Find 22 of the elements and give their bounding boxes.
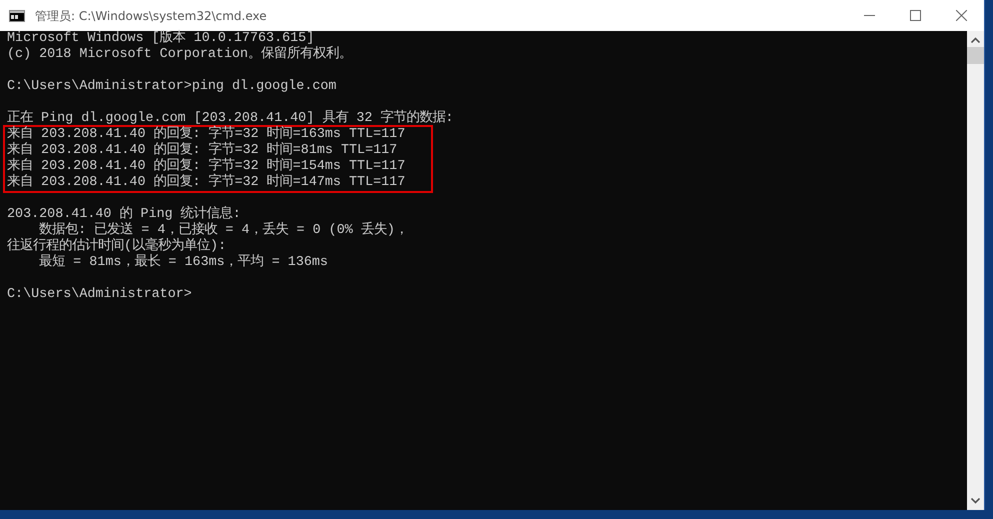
maximize-icon bbox=[910, 10, 920, 21]
close-icon bbox=[956, 10, 966, 21]
console-line: 往返行程的估计时间(以毫秒为单位): bbox=[7, 239, 226, 254]
scroll-up-icon[interactable] bbox=[971, 37, 980, 43]
console-line: 来自 203.208.41.40 的回复: 字节=32 时间=154ms TTL=117 bbox=[7, 159, 406, 174]
scroll-thumb[interactable] bbox=[967, 47, 984, 64]
window-title: 管理员: C:\Windows\system32\cmd.exe bbox=[35, 8, 267, 24]
console-line: Microsoft Windows [版本 10.0.17763.615] bbox=[7, 31, 314, 46]
console-line: 来自 203.208.41.40 的回复: 字节=32 时间=81ms TTL=117 bbox=[7, 143, 398, 158]
console-line: 正在 Ping dl.google.com [203.208.41.40] 具有 32 字节的数据: bbox=[7, 111, 454, 126]
minimize-icon bbox=[864, 15, 874, 16]
console-line: 数据包: 已发送 = 4，已接收 = 4，丢失 = 0 (0% 丢失)， bbox=[38, 223, 408, 238]
console-line: 最短 = 81ms，最长 = 163ms，平均 = 136ms bbox=[38, 255, 328, 271]
console-line: 来自 203.208.41.40 的回复: 字节=32 时间=163ms TTL=117 bbox=[7, 127, 406, 142]
console-line: 来自 203.208.41.40 的回复: 字节=32 时间=147ms TTL=117 bbox=[7, 175, 406, 191]
scroll-down-icon[interactable] bbox=[971, 498, 980, 504]
console-line: (c) 2018 Microsoft Corporation。保留所有权利。 bbox=[7, 47, 352, 63]
console-icon bbox=[9, 10, 25, 22]
console-line: 203.208.41.40 的 Ping 统计信息: bbox=[7, 207, 241, 222]
scrollbar[interactable] bbox=[967, 31, 984, 510]
console-line: C:\Users\Administrator> bbox=[7, 287, 192, 303]
console-line: C:\Users\Administrator>ping dl.google.com bbox=[7, 79, 336, 95]
